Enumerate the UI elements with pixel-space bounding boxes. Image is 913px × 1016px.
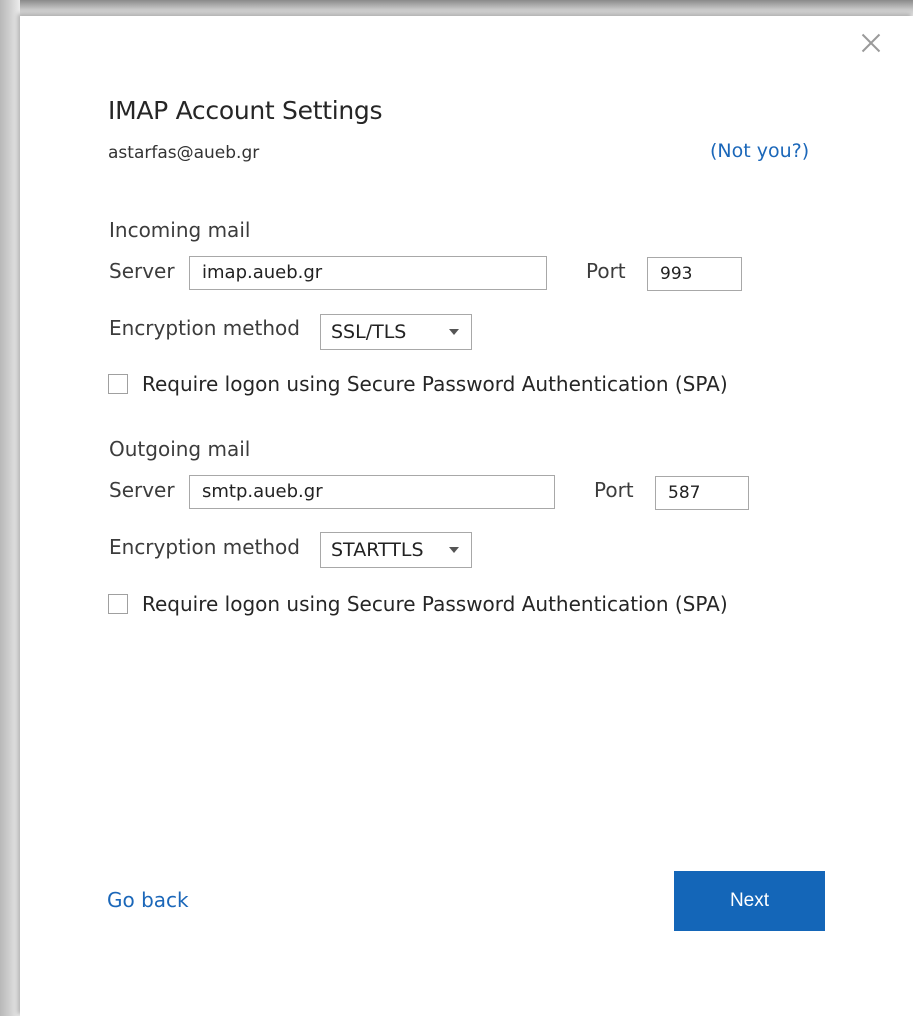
outgoing-spa-label: Require logon using Secure Password Auth…: [142, 592, 728, 616]
outgoing-server-input[interactable]: smtp.aueb.gr: [189, 475, 555, 509]
incoming-encryption-select[interactable]: SSL/TLS: [320, 314, 472, 350]
imap-settings-dialog: IMAP Account Settings astarfas@aueb.gr (…: [20, 16, 913, 1016]
outgoing-server-label: Server: [109, 478, 175, 502]
incoming-spa-checkbox-row[interactable]: Require logon using Secure Password Auth…: [108, 372, 728, 396]
account-email: astarfas@aueb.gr: [108, 143, 260, 163]
outgoing-spa-checkbox-row[interactable]: Require logon using Secure Password Auth…: [108, 592, 728, 616]
incoming-port-input[interactable]: 993: [647, 257, 742, 291]
incoming-section-title: Incoming mail: [109, 218, 251, 242]
window-frame-top: [0, 0, 913, 16]
chevron-down-icon: [449, 547, 459, 553]
outgoing-encryption-value: STARTTLS: [331, 539, 424, 561]
outgoing-port-input[interactable]: 587: [655, 476, 749, 510]
incoming-spa-checkbox[interactable]: [108, 374, 128, 394]
incoming-server-label: Server: [109, 259, 175, 283]
not-you-link[interactable]: (Not you?): [710, 140, 809, 162]
chevron-down-icon: [449, 329, 459, 335]
go-back-link[interactable]: Go back: [107, 888, 189, 912]
incoming-encryption-label: Encryption method: [109, 316, 300, 340]
incoming-port-label: Port: [586, 259, 626, 283]
outgoing-spa-checkbox[interactable]: [108, 594, 128, 614]
dialog-title: IMAP Account Settings: [108, 96, 383, 125]
window-frame-left: [0, 0, 20, 1016]
outgoing-encryption-label: Encryption method: [109, 535, 300, 559]
outgoing-port-label: Port: [594, 478, 634, 502]
outgoing-section-title: Outgoing mail: [109, 437, 251, 461]
next-button[interactable]: Next: [674, 871, 825, 931]
incoming-spa-label: Require logon using Secure Password Auth…: [142, 372, 728, 396]
incoming-encryption-value: SSL/TLS: [331, 321, 407, 343]
incoming-server-input[interactable]: imap.aueb.gr: [189, 256, 547, 290]
outgoing-encryption-select[interactable]: STARTTLS: [320, 532, 472, 568]
close-icon[interactable]: [858, 30, 884, 56]
